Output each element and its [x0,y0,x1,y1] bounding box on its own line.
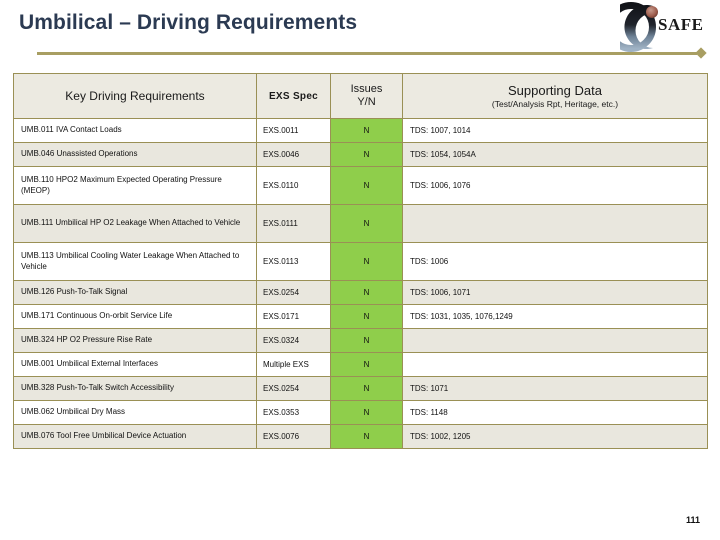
table-row: UMB.011 IVA Contact Loads EXS.0011 N TDS: 1… [13,118,708,143]
cell-issues-status: N [330,166,403,205]
column-header-issues: Issues Y/N [330,73,403,119]
cell-issues-status: N [330,242,403,281]
cell-supporting-data: TDS: 1054, 1054A [402,142,708,167]
cell-requirement: UMB.011 IVA Contact Loads [13,118,257,143]
cell-requirement: UMB.113 Umbilical Cooling Water Leakage … [13,242,257,281]
cell-supporting-data [402,328,708,353]
table-row: UMB.062 Umbilical Dry Mass EXS.0353 N TDS: … [13,400,708,425]
table-header-row: Key Driving Requirements EXS Spec Issues… [13,73,708,119]
cell-issues-status: N [330,204,403,243]
cell-requirement: UMB.171 Continuous On-orbit Service Life [13,304,257,329]
cell-requirement: UMB.126 Push-To-Talk Signal [13,280,257,305]
cell-requirement: UMB.001 Umbilical External Interfaces [13,352,257,377]
column-header-exs-spec: EXS Spec [256,73,331,119]
cell-issues-status: N [330,328,403,353]
table-row: UMB.001 Umbilical External Interfaces Mul… [13,352,708,377]
driving-requirements-table: Key Driving Requirements EXS Spec Issues… [13,73,708,449]
table-row: UMB.076 Tool Free Umbilical Device Actua… [13,424,708,449]
cell-supporting-data [402,204,708,243]
cell-supporting-data: TDS: 1006 [402,242,708,281]
cell-issues-status: N [330,424,403,449]
cell-exs-spec: Multiple EXS [256,352,331,377]
column-header-supporting-data-main: Supporting Data [508,83,602,99]
cell-supporting-data: TDS: 1006, 1071 [402,280,708,305]
cell-exs-spec: EXS.0110 [256,166,331,205]
table-row: UMB.113 Umbilical Cooling Water Leakage … [13,242,708,281]
table-row: UMB.046 Unassisted Operations EXS.0046 N TD… [13,142,708,167]
cell-exs-spec: EXS.0324 [256,328,331,353]
cell-exs-spec: EXS.0011 [256,118,331,143]
table-header: Key Driving Requirements EXS Spec Issues… [13,73,708,119]
table-row: UMB.171 Continuous On-orbit Service Life… [13,304,708,329]
table-row: UMB.126 Push-To-Talk Signal EXS.0254 N TDS:… [13,280,708,305]
title-divider [37,52,697,55]
cell-issues-status: N [330,400,403,425]
column-header-supporting-data: Supporting Data (Test/Analysis Rpt, Heri… [402,73,708,119]
cell-issues-status: N [330,118,403,143]
cell-supporting-data: TDS: 1071 [402,376,708,401]
cell-supporting-data [402,352,708,377]
cell-supporting-data: TDS: 1148 [402,400,708,425]
table-row: UMB.110 HPO2 Maximum Expected Operating … [13,166,708,205]
cell-issues-status: N [330,304,403,329]
cell-exs-spec: EXS.0254 [256,280,331,305]
cell-exs-spec: EXS.0113 [256,242,331,281]
cell-exs-spec: EXS.0046 [256,142,331,167]
cell-issues-status: N [330,280,403,305]
page-number: 111 [686,515,701,525]
page-title: Umbilical – Driving Requirements [19,11,358,34]
column-header-key-driving-requirements: Key Driving Requirements [13,73,257,119]
column-header-issues-sub: Y/N [357,96,376,108]
cell-exs-spec: EXS.0254 [256,376,331,401]
cell-requirement: UMB.111 Umbilical HP O2 Leakage When Att… [13,204,257,243]
table-row: UMB.328 Push-To-Talk Switch Accessibilit… [13,376,708,401]
column-header-supporting-data-sub: (Test/Analysis Rpt, Heritage, etc.) [491,98,619,109]
cell-supporting-data: TDS: 1006, 1076 [402,166,708,205]
cell-exs-spec: EXS.0076 [256,424,331,449]
table-row: UMB.324 HP O2 Pressure Rise Rate EXS.0324… [13,328,708,353]
cell-exs-spec: EXS.0171 [256,304,331,329]
cell-requirement: UMB.062 Umbilical Dry Mass [13,400,257,425]
table-row: UMB.111 Umbilical HP O2 Leakage When Att… [13,204,708,243]
cell-supporting-data: TDS: 1002, 1205 [402,424,708,449]
cell-issues-status: N [330,142,403,167]
cell-requirement: UMB.076 Tool Free Umbilical Device Actua… [13,424,257,449]
cell-requirement: UMB.324 HP O2 Pressure Rise Rate [13,328,257,353]
cell-exs-spec: EXS.0353 [256,400,331,425]
cell-issues-status: N [330,352,403,377]
safe-logo: SAFE [606,2,716,52]
cell-exs-spec: EXS.0111 [256,204,331,243]
cell-supporting-data: TDS: 1031, 1035, 1076,1249 [402,304,708,329]
cell-issues-status: N [330,376,403,401]
column-header-issues-main: Issues [350,83,383,96]
svg-text:SAFE: SAFE [658,15,703,34]
cell-requirement: UMB.328 Push-To-Talk Switch Accessibilit… [13,376,257,401]
cell-supporting-data: TDS: 1007, 1014 [402,118,708,143]
slide-canvas: Umbilical – Driving Requirements SAFE Ke… [0,0,720,540]
cell-requirement: UMB.110 HPO2 Maximum Expected Operating … [13,166,257,205]
cell-requirement: UMB.046 Unassisted Operations [13,142,257,167]
table-body: UMB.011 IVA Contact Loads EXS.0011 N TDS: 1… [13,118,708,449]
